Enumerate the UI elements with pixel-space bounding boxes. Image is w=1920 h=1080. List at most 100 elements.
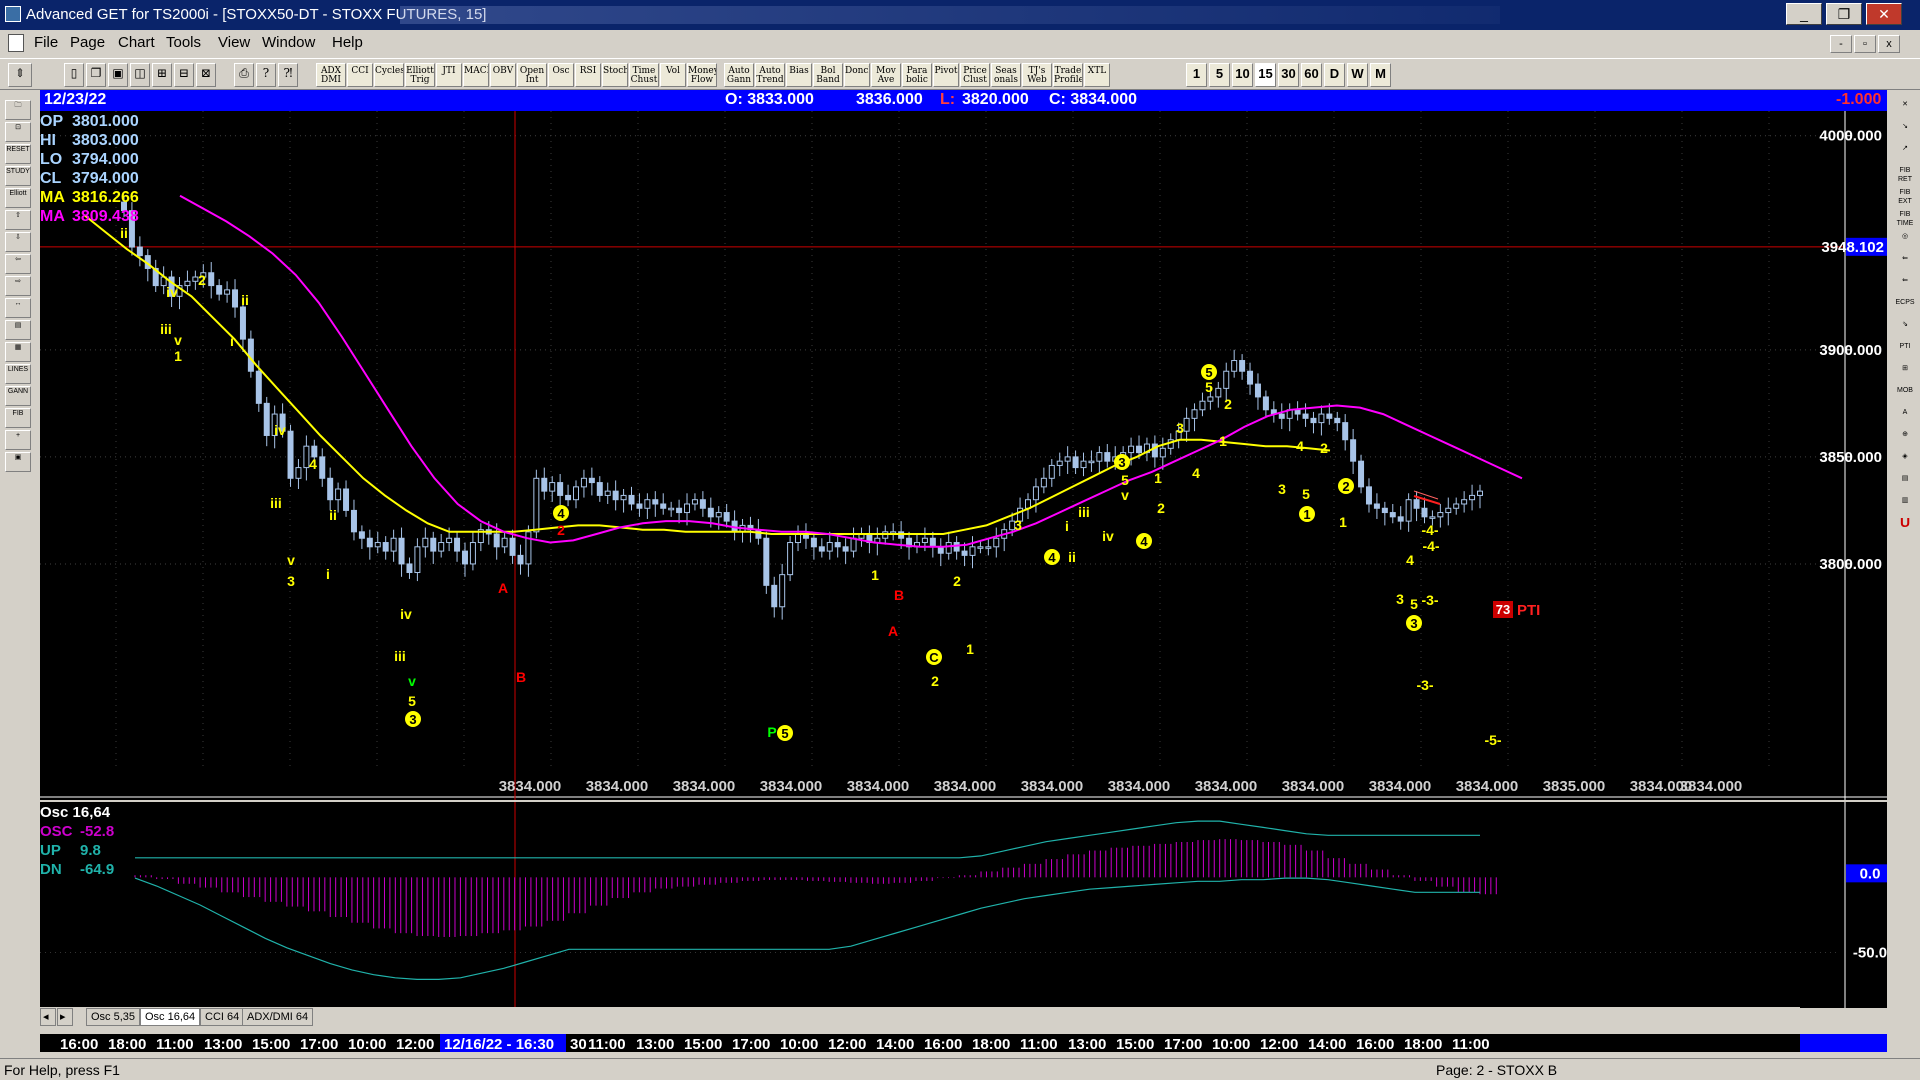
- tab-scroll-right[interactable]: ▸: [57, 1008, 73, 1026]
- open-icon[interactable]: ▣: [108, 63, 128, 87]
- interval-button-60[interactable]: 60: [1301, 63, 1322, 87]
- interval-button-1[interactable]: 1: [1186, 63, 1207, 87]
- table-icon[interactable]: ▦: [5, 342, 31, 362]
- help-icon[interactable]: ?: [256, 63, 276, 87]
- gann-button[interactable]: GANN: [5, 386, 31, 406]
- study-button-bias[interactable]: Bias: [786, 63, 812, 87]
- study-button-price-clust[interactable]: Price Clust: [960, 63, 990, 87]
- line-up-icon[interactable]: ↗: [1893, 144, 1917, 164]
- elliott-button[interactable]: Elliott: [5, 188, 31, 208]
- minimize-button[interactable]: _: [1786, 3, 1822, 25]
- pti-button[interactable]: PTI: [1893, 342, 1917, 362]
- print-icon[interactable]: ⎙: [234, 63, 254, 87]
- study-button-trade-profile[interactable]: Trade Profile: [1053, 63, 1083, 87]
- save-icon[interactable]: ◫: [130, 63, 150, 87]
- mdi-minimize-button[interactable]: -: [1830, 35, 1852, 53]
- study-button-pivot[interactable]: Pivot: [933, 63, 959, 87]
- study-button-open-int[interactable]: Open Int: [517, 63, 547, 87]
- menu-view[interactable]: View: [218, 34, 250, 51]
- new-page-icon[interactable]: ▯: [64, 63, 84, 87]
- study-button-obv[interactable]: OBV: [490, 63, 516, 87]
- pointer-icon[interactable]: ⇕: [8, 63, 32, 87]
- price-chart[interactable]: 3800.000 3850.000 3900.000 4000.000 3948.102…: [40, 111, 1887, 800]
- arrow-up-icon[interactable]: ⇧: [5, 210, 31, 230]
- study-button-time-chust[interactable]: Time Chust: [629, 63, 659, 87]
- interval-button-10[interactable]: 10: [1232, 63, 1253, 87]
- maximize-button[interactable]: ❐: [1826, 3, 1862, 25]
- study-button-seas-onals[interactable]: Seas onals: [991, 63, 1021, 87]
- interval-button-15[interactable]: 15: [1255, 63, 1276, 87]
- study-button-elliott-trig[interactable]: Elliott Trig: [405, 63, 435, 87]
- tab-adx-dmi-64[interactable]: ADX/DMI 64: [242, 1008, 314, 1026]
- table-icon[interactable]: ▥: [1893, 496, 1917, 516]
- menu-chart[interactable]: Chart: [118, 34, 155, 51]
- tile-icon[interactable]: ⊟: [174, 63, 194, 87]
- tab-cci-64[interactable]: CCI 64: [200, 1008, 245, 1026]
- document-icon[interactable]: [8, 34, 24, 52]
- price-chart-panel[interactable]: 3800.000 3850.000 3900.000 4000.000 3948.102…: [40, 111, 1887, 800]
- study-button-jti[interactable]: JTI: [436, 63, 462, 87]
- study-button-macd[interactable]: MACD: [463, 63, 489, 87]
- study-button-auto-gann[interactable]: Auto Gann: [724, 63, 754, 87]
- interval-button-m[interactable]: M: [1370, 63, 1391, 87]
- reset-button[interactable]: RESET: [5, 144, 31, 164]
- u-icon[interactable]: U: [1893, 518, 1917, 538]
- menu-tools[interactable]: Tools: [166, 34, 201, 51]
- study-button-cycles[interactable]: Cycles: [374, 63, 404, 87]
- tab-scroll-left[interactable]: ◂: [40, 1008, 56, 1026]
- oscillator-chart[interactable]: 0.0 -50.0 Osc 16,64 OSC -52.8 UP 9.8 DN -64.9: [40, 802, 1887, 1008]
- cycle-icon[interactable]: ◎: [1893, 232, 1917, 252]
- text-icon[interactable]: A: [1893, 408, 1917, 428]
- grid-icon[interactable]: ⊞: [152, 63, 172, 87]
- menu-page[interactable]: Page: [70, 34, 105, 51]
- study-button[interactable]: STUDY: [5, 166, 31, 186]
- study-button-bol-band[interactable]: Bol Band: [813, 63, 843, 87]
- arrow-left-red-2-icon[interactable]: ⇐: [1893, 276, 1917, 296]
- line-down-icon[interactable]: ↘: [1893, 122, 1917, 142]
- study-button-cci[interactable]: CCI: [347, 63, 373, 87]
- study-button-para-bolic[interactable]: Para bolic: [902, 63, 932, 87]
- study-button-stoch[interactable]: Stoch: [602, 63, 628, 87]
- interval-button-w[interactable]: W: [1347, 63, 1368, 87]
- lines-button[interactable]: LINES: [5, 364, 31, 384]
- study-button-donch[interactable]: Donch: [844, 63, 870, 87]
- arrow-right-icon[interactable]: ⇨: [5, 276, 31, 296]
- menu-window[interactable]: Window: [262, 34, 315, 51]
- pti-marker[interactable]: 73 PTI: [1493, 601, 1540, 619]
- mdi-restore-button[interactable]: ▫: [1854, 35, 1876, 53]
- expand-icon[interactable]: ↔: [5, 298, 31, 318]
- study-button-tj-s-web[interactable]: TJ's Web: [1022, 63, 1052, 87]
- list-icon[interactable]: ▤: [1893, 474, 1917, 494]
- study-button-rsi[interactable]: RSI: [575, 63, 601, 87]
- tab-osc-16-64[interactable]: Osc 16,64: [140, 1008, 201, 1026]
- marker-icon[interactable]: ◈: [1893, 452, 1917, 472]
- interval-button-d[interactable]: D: [1324, 63, 1345, 87]
- arrow-left-icon[interactable]: ⇦: [5, 254, 31, 274]
- study-button-xtl[interactable]: XTL: [1084, 63, 1110, 87]
- time-axis[interactable]: 16:00 18:00 11:00 13:00 15:00 17:00 10:00 12:00…: [40, 1032, 1887, 1053]
- arrow-left-red-icon[interactable]: ⇐: [1893, 254, 1917, 274]
- grid-icon[interactable]: ⊞: [1893, 364, 1917, 384]
- interval-button-5[interactable]: 5: [1209, 63, 1230, 87]
- open-folder-icon[interactable]: 🗀: [5, 100, 31, 120]
- study-button-money-flow[interactable]: Money Flow: [687, 63, 717, 87]
- fib-button[interactable]: FIB: [5, 408, 31, 428]
- zoom-icon[interactable]: ⊕: [1893, 430, 1917, 450]
- cascade-icon[interactable]: ⊠: [196, 63, 216, 87]
- copy-icon[interactable]: ❐: [86, 63, 106, 87]
- mdi-close-button[interactable]: x: [1878, 35, 1900, 53]
- interval-button-30[interactable]: 30: [1278, 63, 1299, 87]
- zoom-box-icon[interactable]: ⊡: [5, 122, 31, 142]
- mob-button[interactable]: MOB: [1893, 386, 1917, 406]
- oscillator-panel[interactable]: 0.0 -50.0 Osc 16,64 OSC -52.8 UP 9.8 DN -64.9: [40, 800, 1887, 1008]
- study-button-auto-trend[interactable]: Auto Trend: [755, 63, 785, 87]
- fan-icon[interactable]: ⇘: [1893, 320, 1917, 340]
- fib-ret-button[interactable]: FIB RET: [1893, 166, 1917, 186]
- context-help-icon[interactable]: ⁈: [278, 63, 298, 87]
- study-button-mov-ave[interactable]: Mov Ave: [871, 63, 901, 87]
- print-page-icon[interactable]: ▣: [5, 452, 31, 472]
- study-button-osc[interactable]: Osc: [548, 63, 574, 87]
- ecps-button[interactable]: ECPS: [1893, 298, 1917, 318]
- close-button[interactable]: ✕: [1866, 3, 1902, 25]
- fib-time-button[interactable]: FIB TIME: [1893, 210, 1917, 230]
